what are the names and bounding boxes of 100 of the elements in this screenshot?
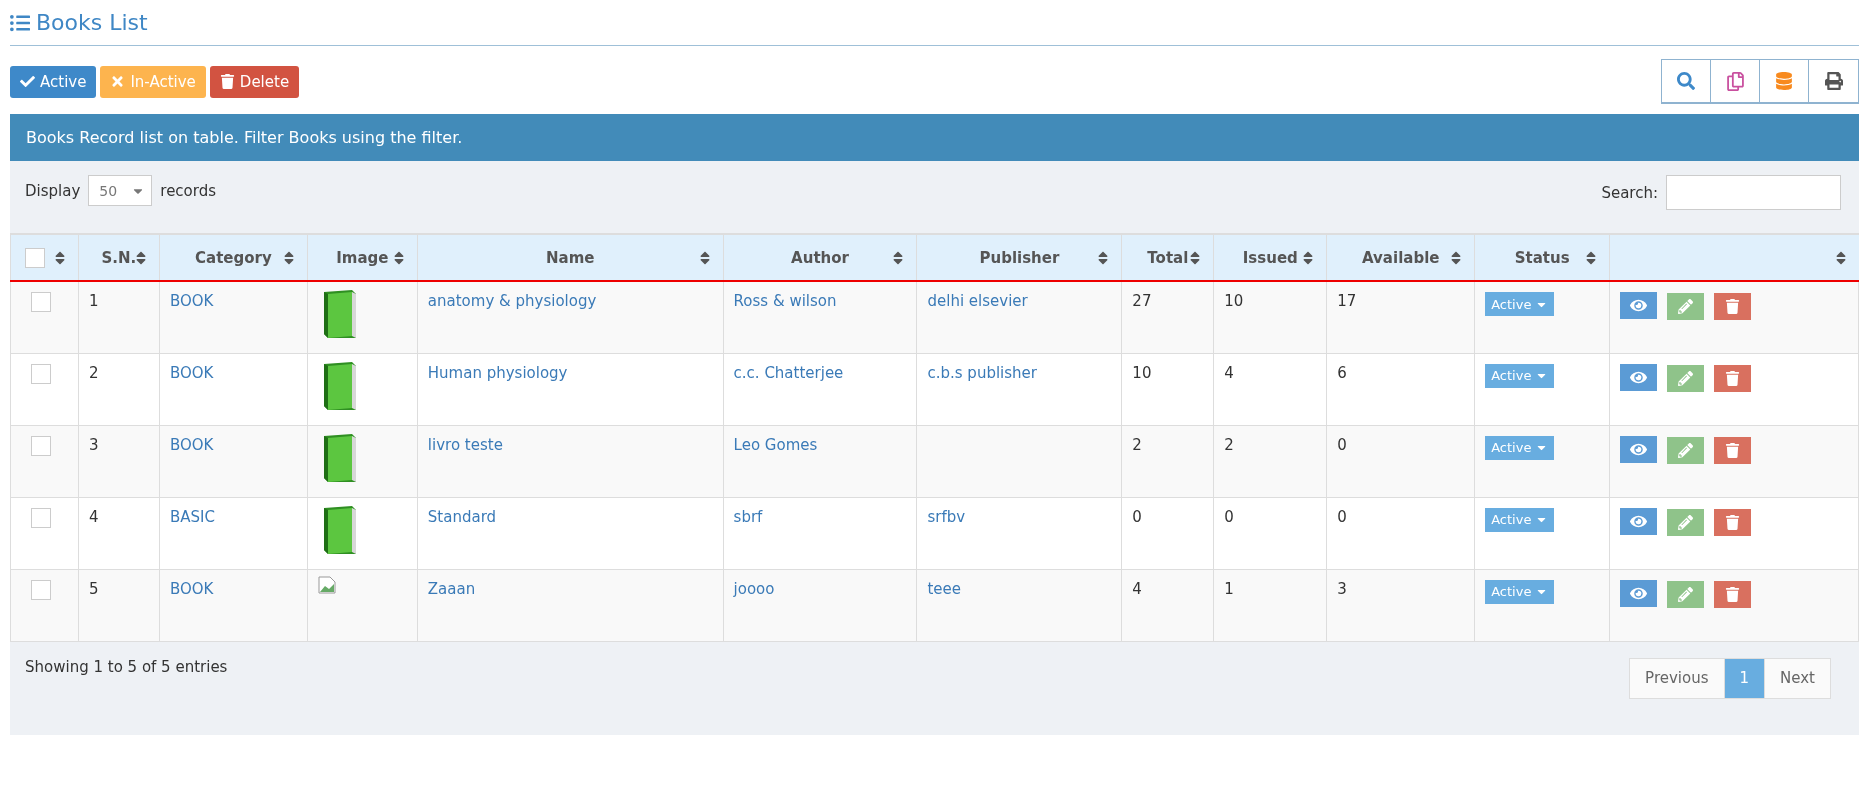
author-link[interactable]: c.c. Chatterjee xyxy=(733,363,844,382)
entries-info: Showing 1 to 5 of 5 entries xyxy=(25,657,228,678)
pagination-button[interactable]: Previous xyxy=(1629,657,1725,699)
column-header[interactable]: Author xyxy=(723,234,917,281)
pencil-icon xyxy=(1678,514,1694,530)
category-link[interactable]: BOOK xyxy=(169,435,214,454)
table-cell: 2 xyxy=(1132,435,1142,454)
table-cell: 17 xyxy=(1337,292,1357,310)
column-header[interactable]: Publisher xyxy=(917,234,1122,281)
author-link[interactable]: joooo xyxy=(733,579,775,598)
publisher-link[interactable]: c.b.s publisher xyxy=(927,363,1037,382)
table-cell: 4 xyxy=(1132,579,1142,598)
status-dropdown[interactable]: Active xyxy=(1485,435,1555,460)
name-link[interactable]: Zaaan xyxy=(427,579,476,598)
display-label: Display xyxy=(25,181,81,200)
page-size-select[interactable]: 50 xyxy=(88,175,153,206)
pencil-icon xyxy=(1678,586,1694,602)
records-label: records xyxy=(160,181,217,200)
delete-button[interactable] xyxy=(1714,364,1752,392)
status-dropdown[interactable]: Active xyxy=(1485,363,1555,388)
trash-icon xyxy=(1725,514,1741,530)
status-dropdown[interactable]: Active xyxy=(1485,507,1555,532)
info-banner: Books Record list on table. Filter Books using the filter. xyxy=(10,114,1859,161)
column-header[interactable]: Status xyxy=(1474,234,1610,281)
eye-icon xyxy=(1630,297,1648,314)
column-header[interactable]: Image xyxy=(307,234,418,281)
view-button[interactable] xyxy=(1620,363,1658,391)
active-button[interactable]: Active xyxy=(10,65,97,98)
table-cell: 6 xyxy=(1337,363,1347,382)
broken-image-icon xyxy=(317,575,336,594)
column-header[interactable]: Total xyxy=(1121,234,1214,281)
pencil-icon xyxy=(1678,299,1694,314)
delete-button[interactable] xyxy=(1714,508,1752,536)
status-dropdown[interactable]: Active xyxy=(1485,292,1555,316)
table-cell: 1 xyxy=(88,292,99,310)
category-link[interactable]: BOOK xyxy=(169,292,214,310)
search-field[interactable] xyxy=(1666,175,1841,210)
view-button[interactable] xyxy=(1620,579,1658,607)
pencil-icon xyxy=(1678,370,1694,386)
delete-button[interactable] xyxy=(1714,293,1752,320)
edit-button[interactable] xyxy=(1667,580,1705,608)
table-cell: 5 xyxy=(88,579,99,598)
table-cell: 10 xyxy=(1224,292,1244,310)
trash-icon xyxy=(1725,370,1741,386)
author-link[interactable]: Ross & wilson xyxy=(733,292,837,310)
name-link[interactable]: anatomy & physiology xyxy=(427,292,597,310)
checkbox[interactable] xyxy=(25,247,46,268)
publisher-link[interactable]: teee xyxy=(927,579,962,598)
checkbox[interactable] xyxy=(31,579,51,600)
checkbox[interactable] xyxy=(31,292,51,312)
column-header[interactable]: Name xyxy=(417,234,724,281)
check-icon xyxy=(20,74,35,89)
copy-icon xyxy=(1725,71,1745,91)
table-cell: 4 xyxy=(1224,363,1234,382)
edit-button[interactable] xyxy=(1667,364,1705,392)
publisher-link[interactable]: delhi elsevier xyxy=(927,292,1028,310)
edit-button[interactable] xyxy=(1667,436,1705,464)
table-cell: 0 xyxy=(1224,507,1234,526)
search-label: Search: xyxy=(1601,183,1658,202)
table-cell: 3 xyxy=(88,435,99,454)
pagination-button[interactable]: Next xyxy=(1764,657,1831,699)
trash-icon xyxy=(1725,586,1741,602)
view-button[interactable] xyxy=(1620,292,1658,319)
select-all-header[interactable] xyxy=(10,234,79,281)
edit-button[interactable] xyxy=(1667,508,1705,536)
category-link[interactable]: BOOK xyxy=(169,579,214,598)
table-cell: 10 xyxy=(1132,363,1152,382)
table-cell: 0 xyxy=(1132,507,1142,526)
delete-button[interactable] xyxy=(1714,580,1752,608)
database-icon xyxy=(1775,72,1793,90)
view-button[interactable] xyxy=(1620,435,1658,463)
delete-button[interactable]: Delete xyxy=(209,65,300,98)
list-icon xyxy=(10,12,30,33)
checkbox[interactable] xyxy=(31,363,51,384)
publisher-link[interactable]: srfbv xyxy=(927,507,966,526)
author-link[interactable]: Leo Gomes xyxy=(733,435,818,454)
view-button[interactable] xyxy=(1620,507,1658,535)
column-header[interactable] xyxy=(1609,234,1859,281)
table-cell: 0 xyxy=(1337,507,1347,526)
column-header[interactable]: Available xyxy=(1326,234,1475,281)
name-link[interactable]: livro teste xyxy=(427,435,503,454)
table-cell: 4 xyxy=(88,507,99,526)
category-link[interactable]: BASIC xyxy=(169,507,215,526)
trash-icon xyxy=(1725,299,1741,314)
category-link[interactable]: BOOK xyxy=(169,363,214,382)
pagination-button[interactable]: 1 xyxy=(1723,657,1766,699)
delete-button[interactable] xyxy=(1714,436,1752,464)
author-link[interactable]: sbrf xyxy=(733,507,763,526)
checkbox[interactable] xyxy=(31,507,51,528)
table-cell: 2 xyxy=(88,363,99,382)
search-icon xyxy=(1677,72,1695,90)
table-cell: 3 xyxy=(1337,579,1347,598)
name-link[interactable]: Human physiology xyxy=(427,363,568,382)
checkbox[interactable] xyxy=(31,435,51,456)
column-header[interactable]: S.N. xyxy=(78,234,160,281)
status-dropdown[interactable]: Active xyxy=(1485,579,1555,604)
edit-button[interactable] xyxy=(1667,293,1705,320)
column-header[interactable]: Category xyxy=(159,234,308,281)
column-header[interactable]: Issued xyxy=(1213,234,1327,281)
name-link[interactable]: Standard xyxy=(427,507,497,526)
